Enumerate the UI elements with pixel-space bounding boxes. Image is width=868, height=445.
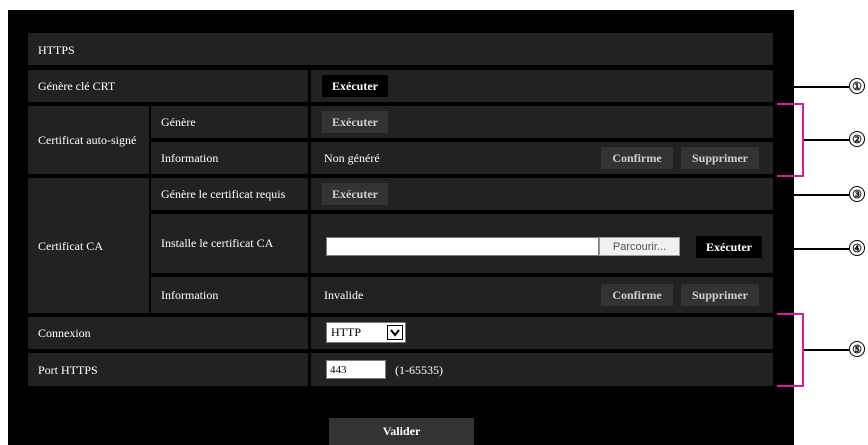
self-signed-generate-label: Génère [161, 115, 196, 129]
self-signed-label-cell: Certificat auto-signé [28, 106, 149, 174]
ca-request-label: Génère le certificat requis [161, 187, 286, 201]
connection-selected-value: HTTP [331, 325, 361, 339]
ca-info-value-cell: Invalide Confirme Supprimer [311, 277, 773, 313]
gen-key-label: Génère clé CRT [38, 79, 116, 93]
callout-line-1 [777, 86, 849, 88]
callout-bracket-2 [777, 103, 804, 177]
self-signed-execute-button[interactable]: Exécuter [322, 111, 388, 133]
port-value-cell: 443 (1-65535) [311, 353, 773, 386]
callout-marker-3: ③ [849, 186, 865, 202]
connection-label: Connexion [38, 326, 91, 340]
port-input[interactable]: 443 [326, 360, 386, 379]
callout-marker-2: ② [849, 131, 865, 147]
callout-line-2 [804, 139, 849, 141]
port-label-cell: Port HTTPS [28, 353, 308, 386]
ca-request-label-cell: Génère le certificat requis [151, 178, 308, 210]
callout-line-5 [804, 349, 849, 351]
self-signed-generate-value-cell: Exécuter [311, 106, 773, 138]
ca-file-path-input[interactable] [326, 237, 599, 256]
ca-label: Certificat CA [38, 239, 103, 253]
self-signed-info-value: Non généré [324, 151, 380, 165]
section-title: HTTPS [38, 43, 75, 57]
ca-label-cell: Certificat CA [28, 178, 149, 313]
ca-confirm-button[interactable]: Confirme [601, 284, 673, 306]
self-signed-info-label: Information [161, 151, 219, 165]
self-signed-label: Certificat auto-signé [38, 133, 137, 147]
ca-delete-button[interactable]: Supprimer [681, 284, 759, 306]
self-signed-info-label-cell: Information [151, 142, 308, 174]
callout-line-4 [777, 248, 849, 250]
port-label: Port HTTPS [38, 363, 98, 377]
callout-line-3 [777, 194, 849, 196]
connection-value-cell: HTTP [311, 317, 773, 349]
port-range-hint: (1-65535) [395, 363, 443, 377]
self-signed-confirm-button[interactable]: Confirme [601, 147, 673, 169]
ca-browse-button[interactable]: Parcourir... [599, 237, 680, 256]
submit-button[interactable]: Valider [329, 418, 474, 445]
ca-request-value-cell: Exécuter [311, 178, 773, 210]
ca-install-label-cell: Installe le certificat CA [151, 214, 308, 273]
callout-marker-4: ④ [849, 240, 865, 256]
chevron-down-icon[interactable] [387, 325, 403, 340]
ca-request-execute-button[interactable]: Exécuter [322, 183, 388, 205]
callout-bracket-5 [777, 313, 804, 387]
ca-info-label-cell: Information [151, 277, 308, 313]
ca-info-label: Information [161, 288, 219, 302]
callout-marker-1: ① [849, 78, 865, 94]
connection-label-cell: Connexion [28, 317, 308, 349]
self-signed-generate-label-cell: Génère [151, 106, 308, 138]
ca-info-value: Invalide [324, 288, 364, 302]
ca-install-value-cell: Parcourir... Exécuter [311, 214, 773, 273]
ca-install-label: Installe le certificat CA [161, 236, 274, 250]
self-signed-delete-button[interactable]: Supprimer [681, 147, 759, 169]
section-header: HTTPS [28, 33, 773, 65]
gen-key-execute-button[interactable]: Exécuter [322, 75, 388, 97]
self-signed-info-value-cell: Non généré Confirme Supprimer [311, 142, 773, 174]
gen-key-label-cell: Génère clé CRT [28, 70, 308, 102]
callout-marker-5: ⑤ [849, 341, 865, 357]
gen-key-value-cell: Exécuter [311, 70, 773, 102]
ca-install-execute-button[interactable]: Exécuter [696, 236, 762, 258]
connection-select[interactable]: HTTP [326, 322, 406, 343]
